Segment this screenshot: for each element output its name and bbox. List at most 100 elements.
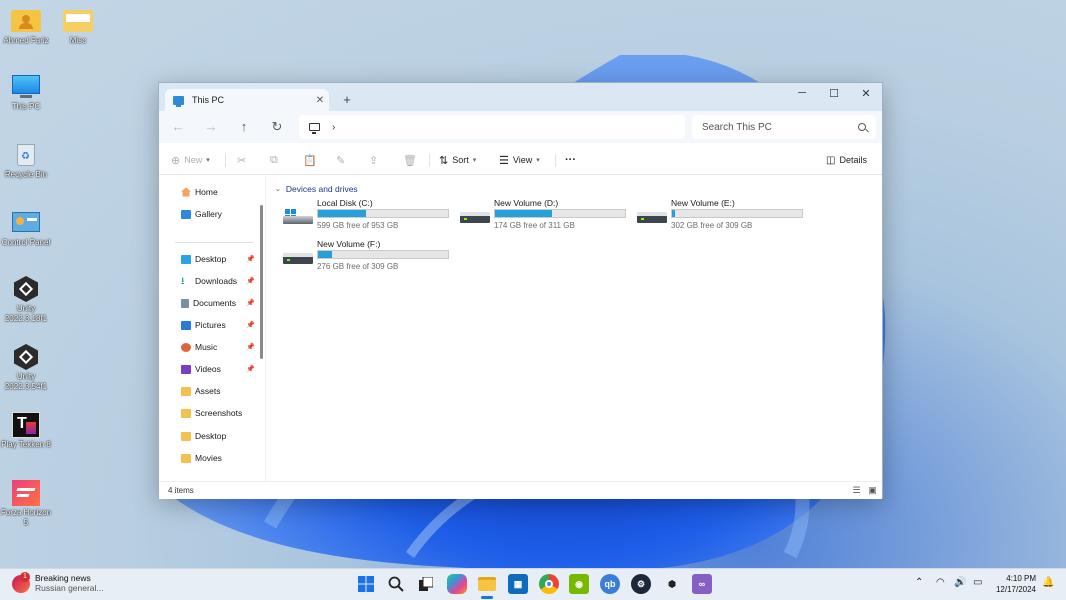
desktop-icon-tekken[interactable]: T Play Tekken 8 [0,412,54,450]
chevron-down-icon: ▾ [536,157,540,164]
videos-icon [181,364,191,374]
view-button[interactable]: ☰ View ▾ [499,153,540,167]
paste-button[interactable]: 📋 [303,153,321,167]
more-options-button[interactable]: ··· [565,153,576,167]
unity-hub-icon[interactable]: ⬢ [662,574,682,594]
title-bar[interactable]: This PC ✕ + ─ ☐ ✕ [159,83,882,111]
rename-button[interactable]: ✎ [336,153,349,167]
nav-item-label: Home [195,187,218,197]
forward-button[interactable]: → [202,119,220,135]
copy-button[interactable]: ⧉ [270,153,282,167]
back-button[interactable]: ← [169,119,187,135]
drive-free-space: 599 GB free of 953 GB [317,221,399,230]
nav-item-videos[interactable]: Videos 📌 [181,361,257,377]
nvidia-icon[interactable]: ◉ [569,574,589,594]
new-button[interactable]: ⊕ New ▾ [171,153,210,167]
visual-studio-icon[interactable]: ∞ [692,574,712,594]
desktop-icon-label: This PC [11,102,41,111]
details-view-button[interactable]: ☰ [851,485,862,496]
desktop-icon-this-pc[interactable]: This PC [0,74,54,112]
drive-name: New Volume (E:) [671,198,735,208]
nav-item-gallery[interactable]: Gallery [181,206,257,222]
desktop-icon-recycle-bin[interactable]: ♻ Recycle Bin [0,142,54,180]
divider [225,154,226,167]
pictures-icon [181,320,191,330]
nav-item-pictures[interactable]: Pictures 📌 [181,317,257,333]
search-icon[interactable] [386,574,406,594]
address-bar-row: ← → ↑ ↻ › Search This PC [159,111,882,143]
nav-item-home[interactable]: Home [181,184,257,200]
news-widget[interactable]: 1 Breaking news Russian general... [12,572,104,593]
start-icon[interactable] [356,574,376,594]
share-button[interactable]: ⇪ [369,153,382,167]
refresh-button[interactable]: ↻ [268,119,286,135]
desktop-icon-label: Play Tekken 8 [1,440,51,449]
qbittorrent-icon[interactable]: qb [600,574,620,594]
tab-this-pc[interactable]: This PC ✕ [165,89,329,111]
pin-icon: 📌 [246,344,255,351]
nav-item-label: Desktop [195,431,227,441]
details-pane-button[interactable]: ◫ Details [826,153,867,167]
nav-item-assets[interactable]: Assets [181,383,257,399]
chrome-icon[interactable] [539,574,559,594]
battery-icon[interactable]: ▭ [973,577,982,588]
close-window-button[interactable]: ✕ [849,83,883,103]
desktop-icon-ahmed-fariz[interactable]: Ahmed Fariz [0,8,54,46]
new-label: New [184,155,203,165]
nav-item-music[interactable]: Music 📌 [181,339,257,355]
notification-badge: 1 [20,572,30,582]
drive-f[interactable]: New Volume (F:) 276 GB free of 309 GB [283,239,453,275]
drive-free-space: 302 GB free of 309 GB [671,221,753,230]
cut-button[interactable]: ✂ [237,153,250,167]
drive-e[interactable]: New Volume (E:) 302 GB free of 309 GB [637,198,807,234]
view-icon: ☰ [499,154,509,167]
nav-item-documents[interactable]: Documents 📌 [181,295,257,311]
nav-item-desktop-folder[interactable]: Desktop [181,428,257,444]
sort-button[interactable]: ⇅ Sort ▾ [439,153,476,167]
breadcrumb-chevron[interactable]: › [332,122,335,133]
search-input[interactable]: Search This PC [692,115,876,139]
up-button[interactable]: ↑ [235,119,253,135]
desktop-icon-misc[interactable]: Misc [50,8,106,46]
plus-circle-icon: ⊕ [171,154,181,167]
group-header-devices[interactable]: ⌄ Devices and drives [275,184,358,194]
pin-icon: 📌 [246,322,255,329]
nav-item-label: Movies [195,453,222,463]
drive-usage-bar [671,209,803,218]
nav-item-label: Desktop [195,254,227,264]
address-field[interactable]: › [299,115,685,139]
desktop-icon-unity-1[interactable]: Unity 2022.3.18f1 [0,276,54,324]
steam-icon[interactable]: ⚙ [631,574,651,594]
new-tab-button[interactable]: + [339,92,355,107]
desktop-icon-control-panel[interactable]: Control Panel [0,210,54,248]
delete-button[interactable]: 🗑 [403,153,421,167]
nav-item-downloads[interactable]: ⭳ Downloads 📌 [181,273,257,289]
nav-item-movies[interactable]: Movies [181,450,257,466]
microsoft-store-icon[interactable]: ▦ [508,574,528,594]
task-view-icon[interactable] [416,574,436,594]
desktop-icon-label: Unity 2022.3.18f1 [4,304,48,323]
volume-icon[interactable]: 🔊 [954,577,966,588]
close-tab-icon[interactable]: ✕ [311,95,329,106]
nav-item-screenshots[interactable]: Screenshots [181,405,257,421]
nav-scrollbar[interactable] [260,205,263,359]
news-subtitle: Russian general... [35,583,104,593]
show-hidden-icons[interactable]: ⌃ [915,577,923,588]
clock[interactable]: 4:10 PM 12/17/2024 [996,573,1036,595]
copilot-icon[interactable] [447,574,467,594]
drive-usage-fill [672,210,675,217]
maximize-button[interactable]: ☐ [817,83,851,103]
share-icon: ⇪ [369,154,379,167]
desktop-icon-unity-2[interactable]: Unity 2022.3.54f1 [0,344,54,392]
minimize-button[interactable]: ─ [785,83,819,103]
drive-c[interactable]: Local Disk (C:) 599 GB free of 953 GB [283,198,453,234]
wifi-icon[interactable]: ◠ [936,577,945,588]
notifications-bell-icon[interactable]: 🔔 [1042,577,1054,588]
file-explorer-icon[interactable] [477,574,497,594]
drive-d[interactable]: New Volume (D:) 174 GB free of 311 GB [460,198,630,234]
nav-item-label: Pictures [195,320,226,330]
desktop-icon-forza[interactable]: Forza Horizon 5 [0,480,54,528]
monitor-icon [173,95,184,107]
nav-item-desktop[interactable]: Desktop 📌 [181,251,257,267]
tiles-view-button[interactable]: ▣ [867,485,878,496]
